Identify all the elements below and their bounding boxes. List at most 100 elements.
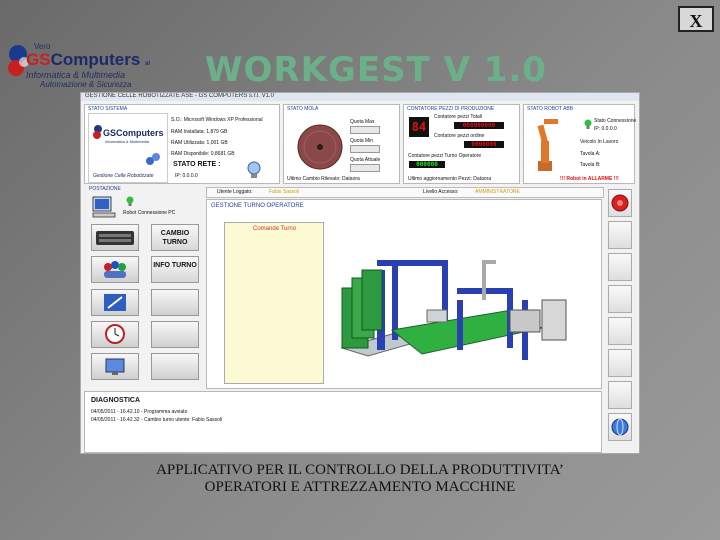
right-button-5[interactable] <box>608 349 632 377</box>
counter-turn-value: 000000 <box>409 161 445 168</box>
clock-button[interactable] <box>91 321 139 348</box>
empty-button-1[interactable] <box>151 289 199 316</box>
diagnostica-title: DIAGNOSTICA <box>91 397 140 404</box>
quota-min-field <box>350 145 380 153</box>
logo-brand: GSComputers sl <box>26 50 150 70</box>
empty-button-3[interactable] <box>151 353 199 380</box>
slide-title: WORKGEST V 1.0 <box>205 50 547 90</box>
veicolo-label: Veicolo In Lavoro <box>580 139 619 145</box>
panel-stato-robot: STATO ROBOT ABB Stato Connessione IP: 0.… <box>523 104 637 184</box>
tavola-a-label: Tavola A: <box>580 151 601 157</box>
livello-value: AMMINISTRATORE <box>475 189 520 195</box>
operator-bar: Utente Loggato: Fabio Sassoli Livello Ac… <box>206 187 604 198</box>
grinding-wheel-icon <box>297 124 343 170</box>
comande-turno-list[interactable]: Comande Turno <box>224 222 324 384</box>
system-logo-box: GSComputers Informatica & Multimedia Ges… <box>88 113 168 183</box>
counter-turn-label: Contatore pezzi Turno Operatore <box>408 153 482 159</box>
globe-icon <box>611 418 629 436</box>
panel-title: STATO ROBOT ABB <box>527 106 574 112</box>
ram-installed: RAM Installata: 1,879 GB <box>171 129 228 135</box>
logo-subtitle-2: Automazione & Sicurezza <box>40 80 132 89</box>
robot-alarm-text: !!! Robot in ALLARME !!! <box>560 176 619 182</box>
power-icon <box>611 194 629 212</box>
machine-illustration <box>340 260 567 360</box>
network-ip: IP: 0.0.0.0 <box>175 173 198 179</box>
status-bulb-icon <box>126 196 134 206</box>
slide-caption: APPLICATIVO PER IL CONTROLLO DELLA PRODU… <box>0 462 720 496</box>
livello-label: Livello Accesso: <box>423 189 459 195</box>
quota-max-label: Quota Max <box>350 119 375 125</box>
empty-button-2[interactable] <box>151 321 199 348</box>
panel-diagnostica: DIAGNOSTICA 04/05/2011 - 16.42.10 - Prog… <box>84 391 602 453</box>
system-logo-brand: GSComputers <box>103 128 164 138</box>
quota-min-label: Quota Min <box>350 138 374 144</box>
users-button[interactable] <box>91 256 139 283</box>
logo-brand-left: GS <box>26 50 51 69</box>
keyboard-icon <box>96 231 134 245</box>
robot-connection-label: Stato Connessione <box>594 118 637 124</box>
counter-order-value: 0000000 <box>464 141 504 148</box>
monitor-icon <box>105 358 125 375</box>
logo-suffix: sl <box>145 61 151 67</box>
right-button-1[interactable] <box>608 221 632 249</box>
counter-order-label: Contatore pezzi ordine <box>434 133 485 139</box>
logo-subtitle-1: Informatica & Multimedia <box>26 70 126 80</box>
system-caption: Gestione Celle Robotizzate <box>93 173 154 179</box>
pc-connection-label: Robot Connessione PC <box>123 210 176 216</box>
power-button[interactable] <box>608 189 632 217</box>
diag-line-2: 04/05/2011 - 16.42.32 - Cambio turno ute… <box>91 417 223 423</box>
counter-total-value: 000000000 <box>454 122 504 129</box>
ram-used: RAM Utilizzata: 1,001 GB <box>171 140 228 146</box>
info-turno-button[interactable]: INFO TURNO <box>151 256 199 283</box>
workstation-pc-icon <box>92 196 116 218</box>
logo-brand-right: Computers <box>50 50 141 69</box>
network-globe-icon <box>146 153 160 165</box>
clock-icon <box>105 324 125 344</box>
diag-line-1: 04/05/2011 - 16.42.10 - Programma avviat… <box>91 409 188 415</box>
app-titlebar: GESTIONE CELLE ROBOTIZZATE ASE - GS COMP… <box>81 93 639 101</box>
caption-line-2: OPERATORI E ATTREZZAMENTO MACCHINE <box>204 479 516 495</box>
panel-title: STATO SISTEMA <box>88 106 128 112</box>
tavola-b-label: Tavola B: <box>580 162 601 168</box>
ram-available: RAM Disponibile: 0,8681 GB <box>171 151 235 157</box>
quota-attuale-field <box>350 164 380 172</box>
right-button-6[interactable] <box>608 381 632 409</box>
so-text: S.O.: Microsoft Windows XP Professional <box>171 117 263 123</box>
panel-stato-mola: STATO MOLA Quota Max Quota Min Quota Att… <box>283 104 400 184</box>
network-bulb-icon <box>247 161 261 178</box>
counter-total-label: Contatore pezzi Totali <box>434 114 482 120</box>
globe-button[interactable] <box>608 413 632 441</box>
utente-label: Utente Loggato: <box>217 189 253 195</box>
panel-title: CONTATORE PEZZI DI PRODUZIONE <box>407 106 495 112</box>
company-logo: Vero GSComputers sl Informatica & Multim… <box>4 40 154 90</box>
utente-value: Fabio Sassoli <box>269 189 300 195</box>
network-status-label: STATO RETE : <box>173 161 221 168</box>
panel-contatore: CONTATORE PEZZI DI PRODUZIONE 84 Contato… <box>403 104 520 184</box>
robot-arm-icon <box>537 119 558 171</box>
edit-button[interactable] <box>91 289 139 316</box>
right-button-2[interactable] <box>608 253 632 281</box>
ultimo-cambio-text: Ultimo Cambio Rilevato: Dataora <box>287 176 360 182</box>
right-button-4[interactable] <box>608 317 632 345</box>
counter-footer: Ultimo aggiornamento Pezzi: Dataora <box>408 176 492 182</box>
panel-gestione-turno: GESTIONE TURNO OPERATORE Comande Turno <box>206 199 602 389</box>
right-button-3[interactable] <box>608 285 632 313</box>
cambio-turno-button[interactable]: CAMBIO TURNO <box>151 224 199 251</box>
app-window: GESTIONE CELLE ROBOTIZZATE ASE - GS COMP… <box>80 92 640 454</box>
panel-title: STATO MOLA <box>287 106 319 112</box>
users-group-icon <box>104 261 126 278</box>
edit-pen-icon <box>104 294 126 311</box>
panel-stato-sistema: STATO SISTEMA GSComputers Informatica & … <box>84 104 280 184</box>
counter-display-big: 84 <box>409 117 429 137</box>
gestione-title: GESTIONE TURNO OPERATORE <box>211 203 304 209</box>
postazione-title: POSTAZIONE <box>89 186 121 192</box>
keyboard-button[interactable] <box>91 224 139 251</box>
quota-attuale-label: Quota Attuale <box>350 157 381 163</box>
robot-ip: IP: 0.0.0.0 <box>594 126 617 132</box>
connection-bulb-icon <box>584 119 592 129</box>
comande-turno-label: Comande Turno <box>253 226 297 232</box>
close-button[interactable]: X <box>678 6 714 32</box>
quota-max-field <box>350 126 380 134</box>
caption-line-1: APPLICATIVO PER IL CONTROLLO DELLA PRODU… <box>156 462 564 478</box>
monitor-button[interactable] <box>91 353 139 380</box>
